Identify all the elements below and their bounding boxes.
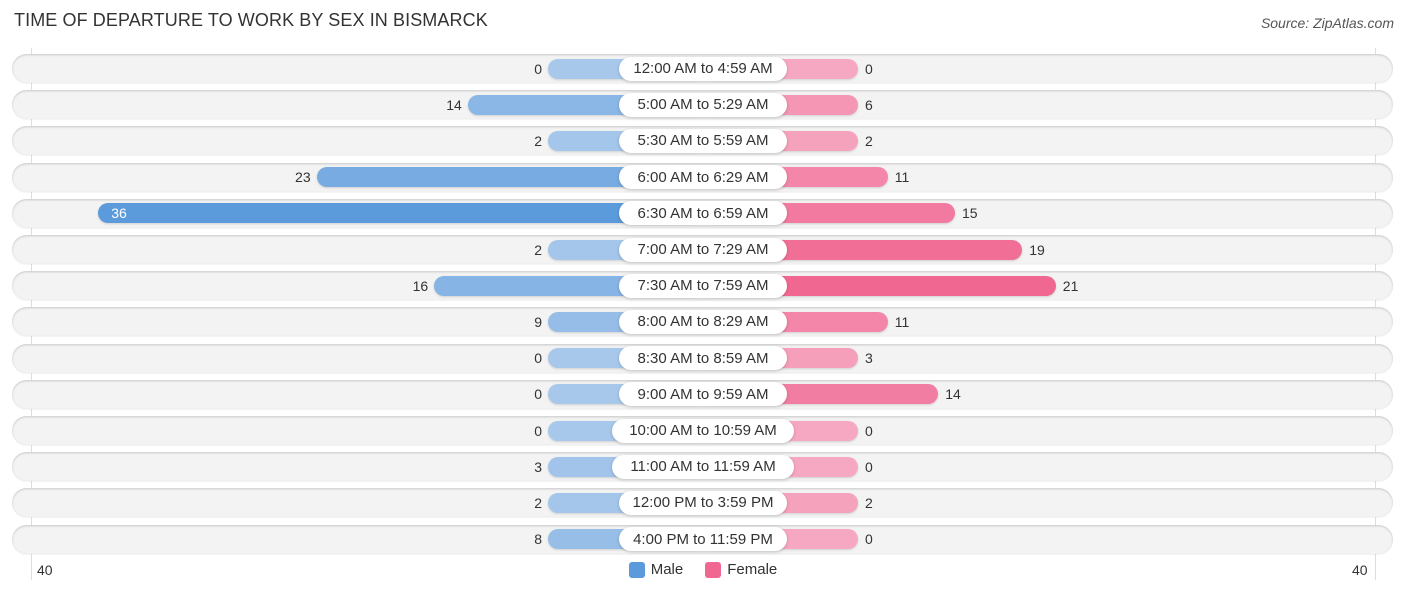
category-label: 7:30 AM to 7:59 AM xyxy=(619,273,787,298)
male-value-label: 3 xyxy=(534,458,542,475)
category-label: 6:00 AM to 6:29 AM xyxy=(619,165,787,190)
legend-item-male[interactable]: Male xyxy=(628,561,684,578)
male-value-label: 9 xyxy=(534,313,542,330)
category-label: 11:00 AM to 11:59 AM xyxy=(612,454,794,479)
female-value-label: 0 xyxy=(865,458,873,475)
male-value-label: 0 xyxy=(534,422,542,439)
female-value-label: 0 xyxy=(865,531,873,548)
category-label: 9:00 AM to 9:59 AM xyxy=(619,382,787,407)
category-label: 8:30 AM to 8:59 AM xyxy=(619,346,787,371)
male-value-label: 8 xyxy=(534,531,542,548)
female-value-label: 6 xyxy=(865,96,873,113)
female-value-label: 2 xyxy=(865,132,873,149)
male-value-label: 2 xyxy=(534,241,542,258)
legend-item-female[interactable]: Female xyxy=(705,561,777,578)
category-label: 5:00 AM to 5:29 AM xyxy=(619,92,787,117)
category-label: 10:00 AM to 10:59 AM xyxy=(612,418,794,443)
legend-swatch-female xyxy=(705,561,722,578)
category-label: 12:00 PM to 3:59 PM xyxy=(619,490,787,515)
category-label: 4:00 PM to 11:59 PM xyxy=(619,527,787,552)
female-value-label: 0 xyxy=(865,422,873,439)
female-value-label: 11 xyxy=(894,169,910,186)
legend-swatch-male xyxy=(628,561,645,578)
category-label: 12:00 AM to 4:59 AM xyxy=(619,56,787,81)
male-bar[interactable] xyxy=(98,203,703,224)
female-value-label: 3 xyxy=(865,350,873,367)
female-value-label: 21 xyxy=(1062,277,1079,294)
category-label: 5:30 AM to 5:59 AM xyxy=(619,128,787,153)
legend-label-male: Male xyxy=(650,561,684,578)
female-value-label: 14 xyxy=(945,386,961,403)
male-value-label: 0 xyxy=(534,350,542,367)
male-value-label: 2 xyxy=(534,132,542,149)
female-value-label: 0 xyxy=(865,60,873,77)
male-value-label: 23 xyxy=(295,169,311,186)
legend-label-female: Female xyxy=(727,561,778,578)
legend: Male Female xyxy=(0,561,1406,578)
female-value-label: 19 xyxy=(1029,241,1045,258)
female-value-label: 15 xyxy=(962,205,978,222)
female-value-label: 11 xyxy=(894,313,910,330)
chart-area: 0 0 12:00 AM to 4:59 AM 14 6 5:00 AM to 5:29 … xyxy=(0,0,1406,594)
male-value-label: 16 xyxy=(412,277,429,294)
male-value-label: 0 xyxy=(534,60,542,77)
female-value-label: 2 xyxy=(865,494,873,511)
category-label: 8:00 AM to 8:29 AM xyxy=(619,309,787,334)
male-value-label: 0 xyxy=(534,386,542,403)
male-value-label: 36 xyxy=(111,205,127,222)
category-label: 6:30 AM to 6:59 AM xyxy=(619,201,787,226)
category-label: 7:00 AM to 7:29 AM xyxy=(619,237,787,262)
male-value-label: 14 xyxy=(446,96,462,113)
male-value-label: 2 xyxy=(534,494,542,511)
